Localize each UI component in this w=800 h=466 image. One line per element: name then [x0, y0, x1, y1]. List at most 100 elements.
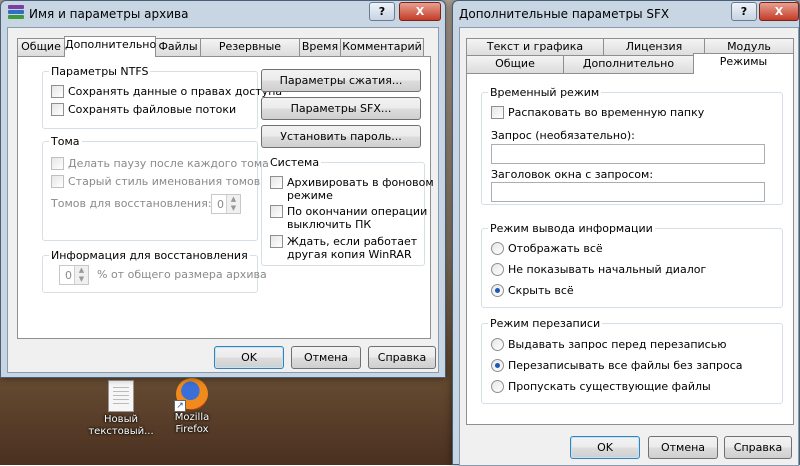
checkbox-box[interactable] — [51, 103, 64, 116]
checkbox-label-line: По окончании операции — [287, 205, 428, 218]
radio-label: Скрыть всё — [508, 284, 574, 297]
prompt-title-label: Заголовок окна с запросом: — [491, 168, 654, 181]
group-label: Информация для восстановления — [49, 249, 250, 262]
text-file-icon — [108, 380, 134, 412]
desktop-icon-firefox[interactable]: ↗ Mozilla Firefox — [157, 378, 227, 436]
tab-panel-advanced: Параметры NTFS Сохранять данные о правах… — [17, 56, 434, 339]
checkbox-label-line: выключить ПК — [287, 218, 372, 231]
radio-dot[interactable] — [491, 284, 504, 297]
group-label: Режим вывода информации — [488, 222, 655, 235]
recovery-volumes-label: Томов для восстановления: — [51, 197, 212, 210]
cancel-button[interactable]: Отмена — [648, 436, 718, 459]
spinner-arrows-icon[interactable]: ▲ ▼ — [74, 266, 88, 284]
checkbox-label: Делать паузу после каждого тома — [68, 157, 269, 170]
radio-dot[interactable] — [491, 359, 504, 372]
checkbox-label-line: Архивировать в фоновом — [287, 176, 434, 189]
checkbox-box[interactable] — [51, 175, 64, 188]
sfx-params-window: Дополнительные параметры SFX ? X Текст и… — [452, 0, 800, 466]
desktop-icon-label: текстовый... — [88, 426, 154, 437]
radio-label: Не показывать начальный диалог — [508, 263, 707, 276]
recovery-volumes-spinner[interactable]: 0 ▲ ▼ — [211, 194, 241, 214]
checkbox-label-line: Ждать, если работает — [287, 235, 418, 248]
group-label: Временный режим — [488, 86, 602, 99]
radio-dot[interactable] — [491, 380, 504, 393]
radio-dot[interactable] — [491, 242, 504, 255]
recovery-percent-suffix: % от общего размера архива — [97, 268, 267, 281]
desktop-icon-label: Mozilla — [174, 412, 210, 423]
tab-text-graphics[interactable]: Текст и графика — [466, 38, 604, 56]
group-output-mode: Режим вывода информации Отображать всё Н… — [481, 222, 783, 308]
checkbox-label: Ждать, если работает другая копия WinRAR — [287, 235, 417, 261]
group-label: Режим перезаписи — [488, 317, 603, 330]
checkbox-box[interactable] — [270, 235, 283, 248]
checkbox-label: По окончании операции выключить ПК — [287, 205, 427, 231]
radio-label: Выдавать запрос перед перезаписью — [508, 338, 727, 351]
set-password-button[interactable]: Установить пароль... — [261, 125, 421, 148]
help-button[interactable]: ? — [731, 2, 757, 21]
tab-comment[interactable]: Комментарий — [340, 38, 424, 56]
tab-advanced[interactable]: Дополнительно — [563, 55, 694, 73]
spinner-value: 0 — [217, 198, 224, 211]
spinner-value: 0 — [65, 269, 72, 282]
checkbox-label: Архивировать в фоновом режиме — [287, 176, 434, 202]
group-label: Система — [268, 156, 322, 169]
ok-button[interactable]: OK — [570, 436, 640, 459]
radio-dot[interactable] — [491, 263, 504, 276]
tab-files[interactable]: Файлы — [155, 38, 201, 56]
close-button[interactable]: X — [399, 2, 441, 21]
tab-general[interactable]: Общие — [17, 38, 65, 56]
checkbox-label: Сохранять файловые потоки — [68, 103, 237, 116]
group-label: Параметры NTFS — [49, 65, 151, 78]
radio-label: Пропускать существующие файлы — [508, 380, 711, 393]
help-button[interactable]: ? — [369, 2, 395, 21]
group-label: Тома — [49, 135, 82, 148]
radio-dot[interactable] — [491, 338, 504, 351]
checkbox-box[interactable] — [491, 106, 504, 119]
window-title: Дополнительные параметры SFX — [459, 7, 670, 21]
group-volumes: Тома Делать паузу после каждого тома Ста… — [42, 135, 269, 241]
sfx-params-button[interactable]: Параметры SFX... — [261, 97, 421, 120]
winrar-icon — [8, 5, 24, 22]
desktop: Новый текстовый... ↗ Mozilla Firefox Имя… — [0, 0, 800, 466]
checkbox-label-line: другая копия WinRAR — [287, 248, 412, 261]
checkbox-box[interactable] — [51, 157, 64, 170]
close-button[interactable]: X — [759, 2, 799, 21]
group-temp-mode: Временный режим Распаковать во временную… — [481, 86, 783, 205]
tab-modes[interactable]: Режимы — [693, 53, 794, 74]
desktop-icon-new-text-file[interactable]: Новый текстовый... — [86, 380, 156, 438]
radio-label: Перезаписывать все файлы без запроса — [508, 359, 743, 372]
archive-params-window: Имя и параметры архива ? X Общие Дополни… — [0, 0, 446, 378]
checkbox-box[interactable] — [270, 205, 283, 218]
checkbox-box[interactable] — [270, 176, 283, 189]
firefox-icon: ↗ — [174, 378, 208, 412]
desktop-icon-label: Новый — [104, 414, 138, 425]
tab-license[interactable]: Лицензия — [603, 38, 705, 56]
ok-button[interactable]: OK — [214, 346, 284, 369]
help-button[interactable]: Справка — [368, 346, 436, 369]
tab-advanced[interactable]: Дополнительно — [64, 36, 156, 57]
tab-panel-modes: Временный режим Распаковать во временную… — [466, 73, 794, 425]
title-bar[interactable]: Имя и параметры архива ? X — [1, 1, 445, 27]
window-client: Текст и графика Лицензия Модуль Общие До… — [459, 27, 799, 466]
shortcut-arrow-icon: ↗ — [174, 400, 186, 412]
group-overwrite-mode: Режим перезаписи Выдавать запрос перед п… — [481, 317, 783, 404]
group-recovery-info: Информация для восстановления 0 ▲ ▼ % от … — [42, 249, 267, 293]
request-label: Запрос (необязательно): — [491, 129, 635, 142]
compression-params-button[interactable]: Параметры сжатия... — [261, 69, 421, 92]
help-button[interactable]: Справка — [724, 436, 792, 459]
checkbox-label: Распаковать во временную папку — [508, 106, 705, 119]
title-bar[interactable]: Дополнительные параметры SFX ? X — [453, 1, 799, 27]
cancel-button[interactable]: Отмена — [291, 346, 361, 369]
checkbox-label: Сохранять данные о правах доступа — [68, 85, 283, 98]
desktop-icon-label: Firefox — [175, 424, 209, 435]
checkbox-box[interactable] — [51, 85, 64, 98]
tab-general[interactable]: Общие — [466, 55, 564, 73]
tab-backup[interactable]: Резервные копии — [200, 38, 300, 69]
radio-label: Отображать всё — [508, 242, 603, 255]
spinner-arrows-icon[interactable]: ▲ ▼ — [226, 195, 240, 213]
tab-time[interactable]: Время — [299, 38, 341, 56]
prompt-title-input[interactable] — [491, 182, 765, 202]
request-input[interactable] — [491, 144, 765, 164]
recovery-percent-spinner[interactable]: 0 ▲ ▼ — [59, 265, 89, 285]
checkbox-label-line: режиме — [287, 189, 333, 202]
